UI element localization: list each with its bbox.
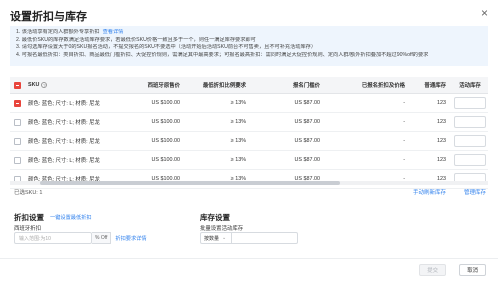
table-row: 颜色: 蓝色; 尺寸: L; 材质: 尼龙 US $100.00 ≥ 13% U… [10, 132, 488, 151]
sku-name: 颜色: 蓝色; 尺寸: L; 材质: 尼龙 [28, 120, 100, 126]
sku-table: SKU? 西班牙原售价 最低折扣比例要求 报名门槛价 已报名折扣及价格 普通库存… [10, 77, 488, 189]
view-details-link[interactable]: 查看详情 [103, 29, 124, 35]
submit-button[interactable]: 提交 [419, 264, 446, 276]
header-sku: SKU? [28, 77, 48, 93]
sku-stock: 123 [437, 100, 446, 106]
sku-price: US $100.00 [151, 176, 180, 182]
stock-quantity-input[interactable] [232, 232, 298, 244]
sku-stock: 123 [437, 176, 446, 182]
selected-count: 已选SKU: 1 [14, 190, 43, 196]
activity-stock-cell [454, 132, 486, 150]
manage-stock-link[interactable]: 管理库存 [464, 188, 486, 196]
sku-signed: - [403, 138, 405, 144]
sku-price: US $100.00 [151, 100, 180, 106]
sku-discount: ≥ 13% [230, 100, 246, 106]
select-all-cell[interactable] [14, 77, 22, 93]
scrollbar-thumb[interactable] [40, 181, 340, 185]
activity-stock-cell [454, 94, 486, 112]
discount-input[interactable]: 输入范围:为10 [14, 232, 92, 244]
sku-price: US $100.00 [151, 138, 180, 144]
sku-name: 颜色: 蓝色; 尺寸: L; 材质: 尼龙 [28, 158, 100, 164]
stock-settings-title: 库存设置 [200, 213, 230, 222]
activity-stock-cell [454, 170, 486, 188]
table-row: 颜色: 蓝色; 尺寸: L; 材质: 尼龙 US $100.00 ≥ 13% U… [10, 94, 488, 113]
stock-mode-select[interactable]: 按数量 ⌄ [200, 232, 232, 244]
row-checkbox-checked[interactable] [14, 99, 21, 107]
footer-divider [0, 258, 498, 259]
tips-panel: 1. 该活动享有定向人群额外专享折扣 查看详情 2. 最低价SKU的库存数满足活动… [10, 26, 488, 66]
activity-stock-cell [454, 151, 486, 169]
select-all-checkbox[interactable] [14, 81, 21, 89]
cancel-button[interactable]: 取消 [459, 264, 486, 276]
sku-discount: ≥ 13% [230, 157, 246, 163]
sku-stock: 123 [437, 157, 446, 163]
sku-name: 颜色: 蓝色; 尺寸: L; 材质: 尼龙 [28, 139, 100, 145]
sku-discount: ≥ 13% [230, 119, 246, 125]
header-activity-stock: 活动库存 [459, 83, 481, 89]
table-header: SKU? 西班牙原售价 最低折扣比例要求 报名门槛价 已报名折扣及价格 普通库存… [10, 77, 488, 94]
header-signed: 已报名折扣及价格 [361, 83, 405, 89]
sku-name: 颜色: 蓝色; 尺寸: L; 材质: 尼龙 [28, 101, 100, 107]
tip-line-2: 2. 最低价SKU的库存数满足活动库存要求，若最低价SKU价格一致且多于一个，则… [16, 36, 256, 43]
activity-stock-cell [454, 113, 486, 131]
activity-stock-input[interactable] [454, 97, 486, 109]
sku-signed: - [403, 100, 405, 106]
tip-line-3: 3. 请勾选库存设置大于0的SKU报名活动，不提交报名的SKU不要选中（活动开始… [16, 44, 317, 51]
refresh-stock-link[interactable]: 手动刷新库存 [413, 188, 446, 196]
header-price: 西班牙原售价 [147, 83, 180, 89]
table-row: 颜色: 蓝色; 尺寸: L; 材质: 尼龙 US $100.00 ≥ 13% U… [10, 151, 488, 170]
header-stock: 普通库存 [424, 83, 446, 89]
sku-signed: - [403, 176, 405, 182]
sku-stock: 123 [437, 138, 446, 144]
row-checkbox-cell[interactable] [14, 151, 22, 169]
sku-price: US $100.00 [151, 157, 180, 163]
header-min-discount: 最低折扣比例要求 [202, 83, 246, 89]
set-min-discount-link[interactable]: 一键设置最低折扣 [50, 214, 92, 221]
sku-price: US $100.00 [151, 119, 180, 125]
tip-line-1: 1. 该活动享有定向人群额外专享折扣 查看详情 [16, 29, 482, 37]
discount-rule-link[interactable]: 折扣要求详情 [115, 235, 146, 242]
horizontal-scrollbar[interactable] [10, 181, 488, 185]
stock-mode-value: 按数量 [204, 235, 220, 242]
row-checkbox[interactable] [14, 118, 21, 126]
row-checkbox-cell[interactable] [14, 170, 22, 188]
discount-settings-title: 折扣设置 [14, 213, 44, 222]
activity-stock-input[interactable] [454, 135, 486, 147]
table-row: 颜色: 蓝色; 尺寸: L; 材质: 尼龙 US $100.00 ≥ 13% U… [10, 113, 488, 132]
activity-stock-input[interactable] [454, 154, 486, 166]
sku-discount: ≥ 13% [230, 138, 246, 144]
row-checkbox-cell[interactable] [14, 94, 22, 112]
sku-ref-price: US $87.00 [294, 138, 320, 144]
settings-dialog: 设置折扣与库存 × 1. 该活动享有定向人群额外专享折扣 查看详情 2. 最低价S… [0, 0, 498, 289]
discount-input-group: 输入范围:为10 % Off 折扣要求详情 [14, 232, 147, 244]
dialog-title: 设置折扣与库存 [10, 11, 87, 23]
close-icon[interactable]: × [481, 7, 488, 19]
sku-ref-price: US $87.00 [294, 100, 320, 106]
sku-ref-price: US $87.00 [294, 176, 320, 182]
header-sku-label: SKU [28, 82, 40, 88]
table-row: 颜色: 蓝色; 尺寸: L; 材质: 尼龙 US $100.00 ≥ 13% U… [10, 170, 488, 189]
row-checkbox-cell[interactable] [14, 132, 22, 150]
discount-suffix: % Off [92, 232, 112, 244]
activity-stock-input[interactable] [454, 116, 486, 128]
sku-signed: - [403, 157, 405, 163]
row-checkbox-cell[interactable] [14, 113, 22, 131]
tip-line-4: 4. 可报名最低折扣：类目折扣、商品最低门槛折扣、大促控价规则，需满足其中最高要… [16, 51, 429, 58]
row-checkbox[interactable] [14, 137, 21, 145]
sku-ref-price: US $87.00 [294, 119, 320, 125]
sku-discount: ≥ 13% [230, 176, 246, 182]
discount-field-label: 西班牙折扣 [14, 226, 41, 232]
row-checkbox[interactable] [14, 156, 21, 164]
sku-stock: 123 [437, 119, 446, 125]
help-icon[interactable]: ? [41, 82, 48, 88]
header-ref-price: 报名门槛价 [293, 83, 320, 89]
sku-signed: - [403, 119, 405, 125]
chevron-down-icon: ⌄ [222, 235, 227, 241]
tip-line-1-text: 1. 该活动享有定向人群额外专享折扣 [16, 29, 100, 35]
sku-name: 颜色: 蓝色; 尺寸: L; 材质: 尼龙 [28, 177, 100, 183]
sku-ref-price: US $87.00 [294, 157, 320, 163]
stock-field-label: 批量设置活动库存 [200, 226, 244, 232]
stock-input-group: 按数量 ⌄ [200, 232, 298, 244]
